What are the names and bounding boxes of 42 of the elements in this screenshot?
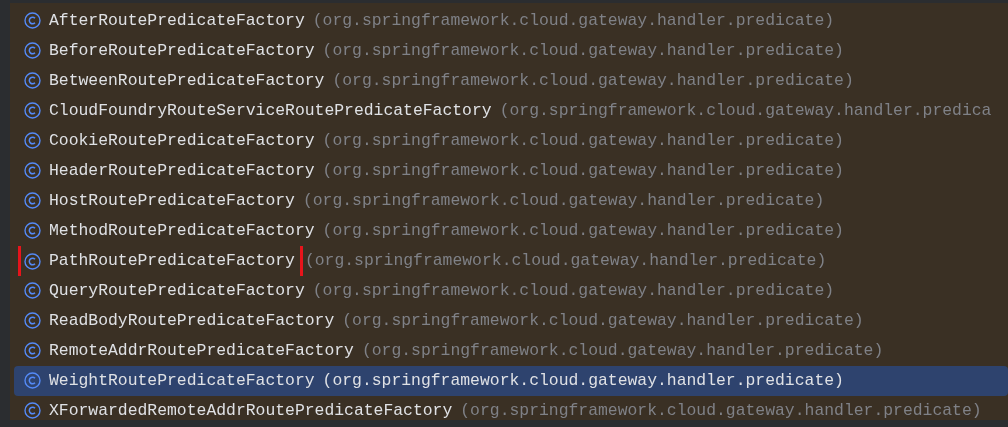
class-name: MethodRoutePredicateFactory [49, 219, 315, 242]
class-name: ReadBodyRoutePredicateFactory [49, 309, 335, 332]
package-name: (org.springframework.cloud.gateway.handler.predicate) [332, 69, 854, 92]
class-name: HostRoutePredicateFactory [49, 189, 295, 212]
package-name: (org.springframework.cloud.gateway.handler.predicate) [322, 369, 844, 392]
class-name: HeaderRoutePredicateFactory [49, 159, 315, 182]
list-item[interactable]: PathRoutePredicateFactory (org.springframework.cloud.gateway.handler.predicate) [14, 246, 1008, 276]
class-name: BeforeRoutePredicateFactory [49, 39, 315, 62]
class-name: CookieRoutePredicateFactory [49, 129, 315, 152]
list-item[interactable]: AfterRoutePredicateFactory (org.springframework.cloud.gateway.handler.predicate) [14, 6, 1008, 36]
class-name: XForwardedRemoteAddrRoutePredicateFactory [49, 399, 453, 422]
package-name: (org.springframework.cloud.gateway.handler.predicate) [312, 279, 835, 302]
list-item[interactable]: BeforeRoutePredicateFactory (org.springframework.cloud.gateway.handler.predicate) [14, 36, 1008, 66]
package-name: (org.springframework.cloud.gateway.handler.predicate) [322, 129, 844, 152]
list-item[interactable]: RemoteAddrRoutePredicateFactory (org.springframework.cloud.gateway.handler.predicate) [14, 336, 1008, 366]
package-name: (org.springframework.cloud.gateway.handler.predicate) [460, 399, 982, 422]
class-name: BetweenRoutePredicateFactory [49, 69, 325, 92]
package-name: (org.springframework.cloud.gateway.handler.predica [499, 99, 992, 122]
package-name: (org.springframework.cloud.gateway.handler.predicate) [322, 39, 844, 62]
class-name: AfterRoutePredicateFactory [49, 9, 305, 32]
package-name: (org.springframework.cloud.gateway.handler.predicate) [302, 189, 825, 212]
list-item[interactable]: MethodRoutePredicateFactory (org.springframework.cloud.gateway.handler.predicate) [14, 216, 1008, 246]
package-name: (org.springframework.cloud.gateway.handler.predicate) [361, 339, 884, 362]
list-item[interactable]: XForwardedRemoteAddrRoutePredicateFactory (org.springframework.cloud.gateway.handler.predicate) [14, 396, 1008, 426]
class-name: RemoteAddrRoutePredicateFactory [49, 339, 354, 362]
list-item[interactable]: WeightRoutePredicateFactory (org.springframework.cloud.gateway.handler.predicate) [14, 366, 1008, 396]
package-name: (org.springframework.cloud.gateway.handler.predicate) [342, 309, 864, 332]
list-item[interactable]: CookieRoutePredicateFactory (org.springframework.cloud.gateway.handler.predicate) [14, 126, 1008, 156]
list-item[interactable]: ReadBodyRoutePredicateFactory (org.springframework.cloud.gateway.handler.predicate) [14, 306, 1008, 336]
class-name: WeightRoutePredicateFactory [49, 369, 315, 392]
class-name: CloudFoundryRouteServiceRoutePredicateFactory [49, 99, 492, 122]
list-item[interactable]: QueryRoutePredicateFactory (org.springframework.cloud.gateway.handler.predicate) [14, 276, 1008, 306]
package-name: (org.springframework.cloud.gateway.handler.predicate) [312, 9, 835, 32]
package-name: (org.springframework.cloud.gateway.handler.predicate) [322, 219, 844, 242]
list-item[interactable]: BetweenRoutePredicateFactory (org.springframework.cloud.gateway.handler.predicate) [14, 66, 1008, 96]
list-item[interactable]: HeaderRoutePredicateFactory (org.springframework.cloud.gateway.handler.predicate) [14, 156, 1008, 186]
class-name: QueryRoutePredicateFactory [49, 279, 305, 302]
list-item[interactable]: HostRoutePredicateFactory (org.springframework.cloud.gateway.handler.predicate) [14, 186, 1008, 216]
package-name: (org.springframework.cloud.gateway.handler.predicate) [304, 249, 827, 272]
list-item[interactable]: CloudFoundryRouteServiceRoutePredicateFactory (org.springframework.cloud.gateway.handler.predica [14, 96, 1008, 126]
package-name: (org.springframework.cloud.gateway.handler.predicate) [322, 159, 844, 182]
class-name: PathRoutePredicateFactory [49, 249, 295, 272]
